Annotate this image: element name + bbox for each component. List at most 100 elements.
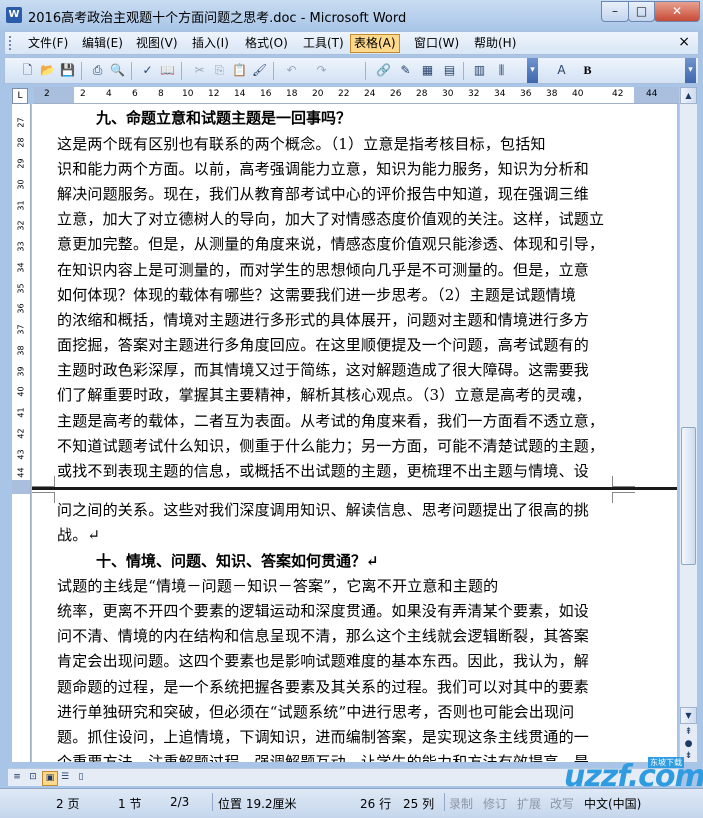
columns-icon[interactable]: ▥: [471, 62, 488, 79]
menu-file[interactable]: 文件(F): [25, 35, 71, 52]
ruler-number: 44: [16, 467, 26, 478]
status-extend[interactable]: 扩展: [517, 795, 541, 812]
toolbar-separator: [181, 62, 182, 80]
menu-view[interactable]: 视图(V): [133, 35, 181, 52]
menu-insert[interactable]: 插入(I): [189, 35, 232, 52]
word-app-icon[interactable]: W: [6, 7, 22, 23]
drawing-icon[interactable]: ⫼: [493, 62, 510, 79]
watermark-logo: uzzf.com 东坡下载: [540, 755, 703, 800]
ruler-number: 43: [16, 449, 26, 460]
status-separator: [212, 793, 213, 811]
tables-borders-icon[interactable]: ✎: [397, 62, 414, 79]
print-icon[interactable]: ⎙: [89, 62, 106, 79]
tab-selector-icon[interactable]: L: [12, 88, 28, 104]
menu-help[interactable]: 帮助(H): [471, 35, 519, 52]
spelling-check-icon[interactable]: ✓: [139, 62, 156, 79]
ruler-number: 42: [16, 428, 26, 439]
select-browse-object-icon[interactable]: ●: [682, 738, 695, 750]
hyperlink-icon[interactable]: 🔗: [375, 62, 392, 79]
new-document-icon[interactable]: 🗋: [19, 62, 36, 79]
insert-excel-icon[interactable]: ▤: [441, 62, 458, 79]
maximize-button[interactable]: □: [628, 1, 655, 22]
document-area[interactable]: 九、命题立意和试题主题是一回事吗？ 这是两个既有区别也有联系的两个概念。（1）立…: [32, 104, 677, 762]
text-line: 问不清、情境的内在结构和信息呈现不清，那么这个主线就会逻辑断裂，其答案: [57, 627, 590, 645]
ruler-number: 6: [132, 89, 138, 99]
watermark-tag: 东坡下载: [648, 757, 684, 768]
text-line: 肯定会出现问题。这四个要素也是影响试题难度的基本东西。因此，我认为，解: [57, 652, 590, 670]
scroll-down-icon[interactable]: ▼: [680, 707, 697, 724]
insert-table-icon[interactable]: ▦: [419, 62, 436, 79]
menu-tools[interactable]: 工具(T): [300, 35, 347, 52]
menu-bar: 文件(F) 编辑(E) 视图(V) 插入(I) 格式(O) 工具(T) 表格(A…: [4, 31, 699, 55]
text-line: 这是两个既有区别也有联系的两个概念。（1）立意是指考核目标，包括知: [57, 135, 546, 153]
web-layout-view-icon[interactable]: ⊡: [26, 771, 40, 784]
copy-icon[interactable]: ⎘: [211, 62, 228, 79]
open-folder-icon[interactable]: 📂: [39, 62, 56, 79]
close-window-button[interactable]: ✕: [654, 1, 700, 22]
status-page: 2 页: [56, 797, 80, 811]
font-size-icon[interactable]: A: [553, 62, 570, 79]
status-separator: [444, 793, 445, 811]
text-line: 的浓缩和概括，情境对主题进行多形式的具体展开，问题对主题和情境进行多方: [57, 311, 590, 329]
ruler-number: 36: [16, 303, 26, 314]
ruler-number: 10: [182, 89, 194, 99]
ruler-number: 28: [416, 89, 428, 99]
page-corner-mark: [32, 476, 55, 487]
menu-grip-handle[interactable]: [9, 36, 14, 50]
text-line: 意更加完整。但是，从测量的角度来说，情感态度价值观只能渗透、体现和引导，: [57, 235, 605, 253]
research-icon[interactable]: 📖: [159, 62, 176, 79]
ruler-number: 14: [234, 89, 246, 99]
toolbar-options-icon[interactable]: ▾: [527, 58, 538, 83]
ruler-number: 38: [546, 89, 558, 99]
format-painter-icon[interactable]: 🖌: [251, 62, 268, 79]
text-line: 问之间的关系。这些对我们深度调用知识、解读信息、思考问题提出了很高的挑: [57, 501, 590, 519]
toolbar-separator: [131, 62, 132, 80]
scroll-up-icon[interactable]: ▲: [680, 87, 697, 104]
save-icon[interactable]: 💾: [59, 62, 76, 79]
status-record[interactable]: 录制: [449, 795, 473, 812]
ruler-number: 27: [16, 117, 26, 128]
ruler-number: 32: [16, 220, 26, 231]
redo-icon[interactable]: ↷: [313, 62, 330, 79]
previous-page-icon[interactable]: ⇞: [682, 726, 695, 738]
reading-layout-view-icon[interactable]: ▯: [74, 771, 88, 784]
text-line: 识和能力两个方面。以前，高考强调能力立意，知识为能力服务，知识为分析和: [57, 160, 590, 178]
cut-icon[interactable]: ✂: [191, 62, 208, 79]
horizontal-ruler[interactable]: 2 2 4 6 8 10 12 14 16 18 20 22 24 26 28 …: [34, 87, 679, 104]
paste-icon[interactable]: 📋: [231, 62, 248, 79]
status-section: 1 节: [118, 797, 142, 811]
menu-edit[interactable]: 编辑(E): [79, 35, 126, 52]
print-preview-icon[interactable]: 🔍: [109, 62, 126, 79]
ruler-number: 38: [16, 345, 26, 356]
bold-icon[interactable]: B: [579, 62, 596, 79]
document-page[interactable]: 九、命题立意和试题主题是一回事吗？ 这是两个既有区别也有联系的两个概念。（1）立…: [32, 104, 677, 762]
ruler-number: 8: [158, 89, 164, 99]
status-line: 26 行: [360, 797, 392, 811]
page-corner-mark: [612, 476, 635, 487]
scroll-thumb[interactable]: [681, 427, 696, 565]
normal-view-icon[interactable]: ≡: [10, 771, 24, 784]
vertical-scrollbar[interactable]: ▲ ▼ ⇞ ● ⇟: [679, 87, 697, 762]
ruler-number: 30: [16, 179, 26, 190]
undo-icon[interactable]: ↶: [283, 62, 300, 79]
ruler-number: 24: [364, 89, 376, 99]
ruler-number: 29: [16, 158, 26, 169]
menu-format[interactable]: 格式(O): [242, 35, 291, 52]
minimize-button[interactable]: –: [601, 1, 629, 22]
menu-window[interactable]: 窗口(W): [411, 35, 462, 52]
outline-view-icon[interactable]: ☰: [58, 771, 72, 784]
ruler-number: 44: [646, 89, 658, 99]
ruler-number: 28: [16, 137, 26, 148]
standard-toolbar: 🗋 📂 💾 ⎙ 🔍 ✓ 📖 ✂ ⎘ 📋 🖌 ↶ ↷ 🔗 ✎ ▦ ▤ ▥ ⫼ ▾ …: [4, 57, 699, 84]
ruler-number: 2: [44, 89, 50, 99]
status-track-changes[interactable]: 修订: [483, 795, 507, 812]
toolbar-overflow-icon[interactable]: ▾: [685, 58, 696, 83]
text-line: 们了解重要时政，掌握其主要精神，解析其核心观点。（3）立意是高考的灵魂，: [57, 386, 592, 404]
print-layout-view-icon[interactable]: ▣: [42, 771, 58, 786]
ruler-number: 42: [612, 89, 624, 99]
menu-table[interactable]: 表格(A): [350, 34, 400, 53]
ruler-number: 12: [208, 89, 220, 99]
ruler-number: 2: [80, 89, 86, 99]
close-document-button[interactable]: ×: [678, 34, 690, 50]
vertical-ruler[interactable]: 27 28 29 30 31 32 33 34 35 36 37 38 39 4…: [12, 104, 31, 762]
